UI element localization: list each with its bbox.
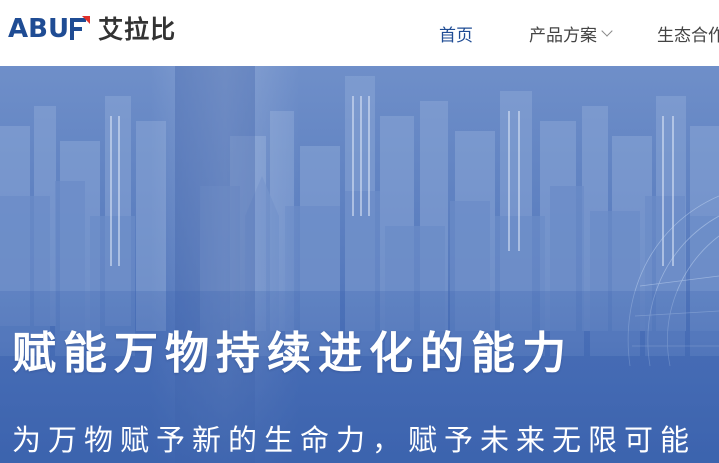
nav-item-home[interactable]: 首页 xyxy=(439,0,473,66)
nav-item-label: 生态合作 xyxy=(657,25,719,46)
logo-f-mark xyxy=(70,16,91,40)
hero-subtitle: 为万物赋予新的生命力，赋予未来无限可能 xyxy=(12,423,697,457)
logo-wordmark: ABU xyxy=(8,16,91,42)
nav-item-label: 产品方案 xyxy=(529,25,597,46)
city-skyline-image xyxy=(0,66,719,463)
hero-banner: 赋能万物持续进化的能力 为万物赋予新的生命力，赋予未来无限可能 xyxy=(0,66,719,463)
chevron-down-icon xyxy=(601,25,613,37)
nav-item-label: 首页 xyxy=(439,25,473,46)
hero-title: 赋能万物持续进化的能力 xyxy=(12,328,573,379)
site-header: ABU 艾拉比 首页 产品方案 生态合作 xyxy=(0,0,719,66)
nav-item-products[interactable]: 产品方案 xyxy=(529,0,613,66)
nav-item-ecosystem[interactable]: 生态合作 xyxy=(657,0,719,66)
brand-logo[interactable]: ABU 艾拉比 xyxy=(8,13,176,45)
brand-name-cn: 艾拉比 xyxy=(98,14,177,44)
